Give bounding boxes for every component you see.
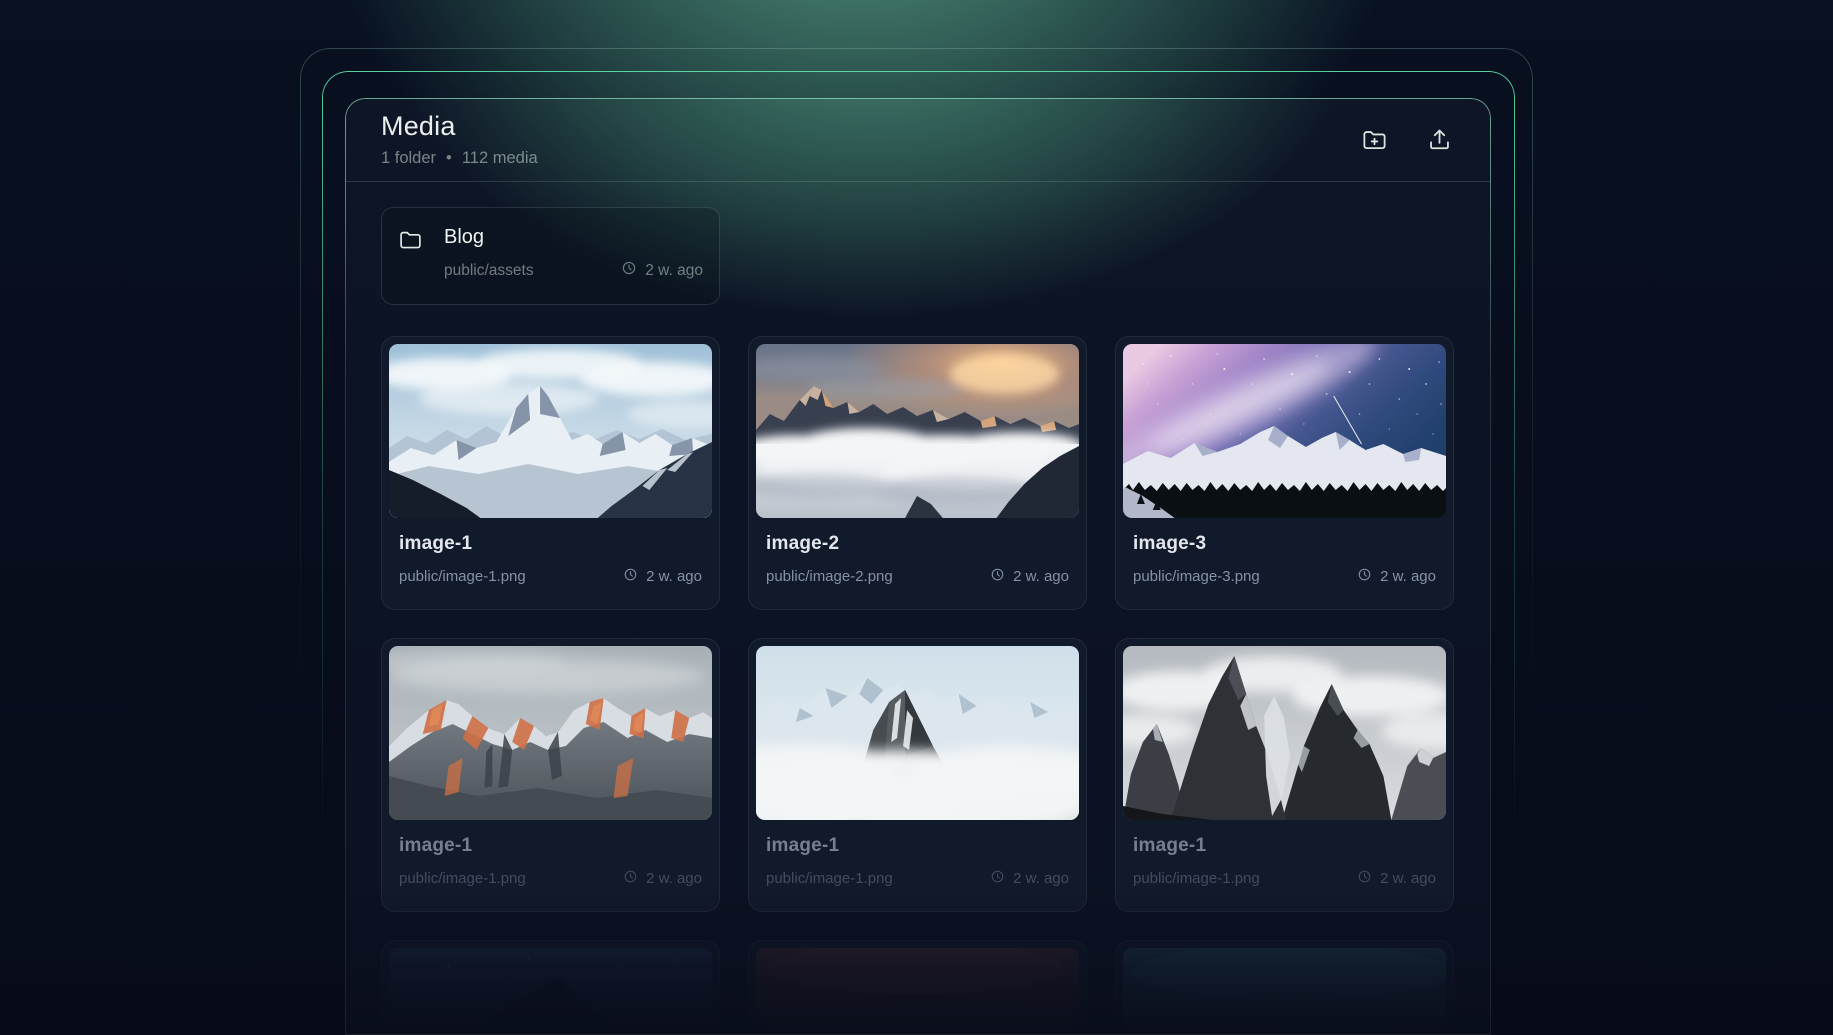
upload-button[interactable] [1424, 124, 1455, 155]
folder-timestamp: 2 w. ago [621, 260, 703, 281]
clock-icon [621, 260, 637, 281]
folder-modified: 2 w. ago [645, 261, 703, 279]
media-thumbnail [389, 344, 712, 518]
media-card[interactable]: image-1 public/image-1.png 2 w. ago [381, 638, 720, 912]
media-path: public/image-1.png [766, 870, 893, 887]
media-path: public/image-1.png [1133, 870, 1260, 887]
clock-icon [1357, 567, 1372, 586]
card-footer: image-2 public/image-2.png 2 w. ago [756, 518, 1079, 586]
media-timestamp: 2 w. ago [990, 567, 1069, 586]
media-modified: 2 w. ago [646, 870, 702, 887]
media-timestamp: 2 w. ago [1357, 869, 1436, 888]
media-timestamp: 2 w. ago [623, 567, 702, 586]
media-meta: public/image-1.png 2 w. ago [1133, 869, 1436, 888]
card-footer: image-3 public/image-3.png 2 w. ago [1123, 518, 1446, 586]
new-folder-button[interactable] [1359, 124, 1390, 155]
clock-icon [990, 567, 1005, 586]
header-actions [1359, 124, 1455, 155]
card-footer: image-1 public/image-1.png 2 w. ago [1123, 820, 1446, 888]
media-thumbnail [1123, 344, 1446, 518]
media-meta: public/image-3.png 2 w. ago [1133, 567, 1436, 586]
media-card-partial[interactable] [1115, 940, 1454, 1035]
media-name: image-2 [766, 533, 840, 554]
media-name: image-1 [399, 533, 473, 554]
folder-count: 1 folder [381, 149, 437, 167]
media-thumbnail [1123, 948, 1446, 1035]
desktop-background: Media 1 folder • 112 media Blog public/a… [0, 0, 1833, 1035]
clock-icon [623, 869, 638, 888]
upload-icon [1426, 126, 1453, 153]
media-modified: 2 w. ago [646, 568, 702, 585]
media-count: 112 media [461, 149, 538, 167]
media-thumbnail [389, 948, 712, 1035]
media-card[interactable]: image-1 public/image-1.png 2 w. ago [381, 336, 720, 610]
media-modified: 2 w. ago [1013, 568, 1069, 585]
media-card[interactable]: image-1 public/image-1.png 2 w. ago [1115, 638, 1454, 912]
media-name: image-1 [399, 835, 473, 856]
folder-body: Blog public/assets 2 w. ago [444, 226, 703, 304]
new-folder-icon [1361, 126, 1388, 153]
media-library-panel: Media 1 folder • 112 media Blog public/a… [345, 98, 1491, 1035]
media-card[interactable]: image-2 public/image-2.png 2 w. ago [748, 336, 1087, 610]
clock-icon [1357, 869, 1372, 888]
panel-header: Media 1 folder • 112 media [345, 98, 1491, 182]
media-timestamp: 2 w. ago [990, 869, 1069, 888]
media-name: image-1 [766, 835, 840, 856]
media-meta: public/image-2.png 2 w. ago [766, 567, 1069, 586]
media-card[interactable]: image-1 public/image-1.png 2 w. ago [748, 638, 1087, 912]
media-grid: image-1 public/image-1.png 2 w. ago imag… [381, 336, 1455, 1035]
card-footer: image-1 public/image-1.png 2 w. ago [389, 518, 712, 586]
media-modified: 2 w. ago [1380, 870, 1436, 887]
media-card-partial[interactable] [748, 940, 1087, 1035]
folder-path: public/assets [444, 261, 534, 279]
title-block: Media 1 folder • 112 media [381, 111, 538, 168]
page-title: Media [381, 111, 456, 141]
clock-icon [623, 567, 638, 586]
media-name: image-1 [1133, 835, 1207, 856]
media-thumbnail [756, 344, 1079, 518]
media-meta: public/image-1.png 2 w. ago [766, 869, 1069, 888]
media-timestamp: 2 w. ago [1357, 567, 1436, 586]
media-path: public/image-1.png [399, 870, 526, 887]
folder-name: Blog [444, 226, 485, 248]
media-path: public/image-3.png [1133, 568, 1260, 585]
panel-content: Blog public/assets 2 w. ago image-1 publ… [345, 182, 1491, 1035]
folder-meta: public/assets 2 w. ago [444, 260, 703, 281]
page-counts: 1 folder • 112 media [381, 149, 538, 168]
card-footer: image-1 public/image-1.png 2 w. ago [756, 820, 1079, 888]
media-thumbnail [1123, 646, 1446, 820]
media-path: public/image-2.png [766, 568, 893, 585]
media-path: public/image-1.png [399, 568, 526, 585]
media-meta: public/image-1.png 2 w. ago [399, 869, 702, 888]
count-separator: • [446, 149, 452, 167]
media-card[interactable]: image-3 public/image-3.png 2 w. ago [1115, 336, 1454, 610]
clock-icon [990, 869, 1005, 888]
media-thumbnail [756, 948, 1079, 1035]
media-thumbnail [389, 646, 712, 820]
media-name: image-3 [1133, 533, 1207, 554]
media-card-partial[interactable] [381, 940, 720, 1035]
media-meta: public/image-1.png 2 w. ago [399, 567, 702, 586]
media-thumbnail [756, 646, 1079, 820]
media-timestamp: 2 w. ago [623, 869, 702, 888]
card-footer: image-1 public/image-1.png 2 w. ago [389, 820, 712, 888]
media-modified: 2 w. ago [1380, 568, 1436, 585]
folder-card-blog[interactable]: Blog public/assets 2 w. ago [381, 207, 720, 305]
folder-icon [398, 227, 423, 304]
media-modified: 2 w. ago [1013, 870, 1069, 887]
